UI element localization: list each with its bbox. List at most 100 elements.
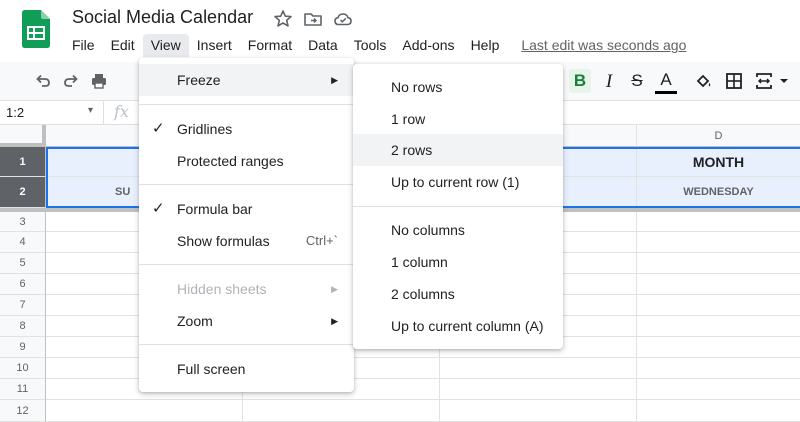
grid-cell[interactable]	[637, 253, 800, 274]
redo-icon[interactable]	[62, 72, 80, 90]
keyboard-shortcut: Ctrl+`	[305, 233, 338, 248]
menu-add-ons[interactable]: Add-ons	[394, 34, 462, 57]
menu-item-formula-bar[interactable]: ✓ Formula bar	[139, 193, 354, 225]
menu-divider	[353, 206, 563, 207]
submenu-arrow-icon: ▶	[331, 316, 338, 326]
menu-item-label: Zoom	[177, 313, 213, 329]
row-header-3[interactable]: 3	[0, 212, 46, 232]
menu-data[interactable]: Data	[300, 34, 346, 57]
cloud-saved-icon[interactable]	[333, 9, 353, 29]
submenu-arrow-icon: ▶	[331, 284, 338, 294]
chevron-down-icon[interactable]: ▾	[88, 105, 93, 116]
print-icon[interactable]	[90, 72, 108, 90]
move-to-folder-icon[interactable]	[303, 9, 323, 29]
cell-d2[interactable]: WEDNESDAY	[637, 177, 800, 208]
grid-cell[interactable]	[243, 400, 440, 422]
row-header-9[interactable]: 9	[0, 337, 46, 358]
name-box[interactable]: 1:2 ▾	[0, 101, 104, 125]
grid-cell[interactable]	[637, 358, 800, 379]
row-header-11[interactable]: 11	[0, 379, 46, 400]
grid-cell[interactable]	[46, 400, 243, 422]
grid-cell[interactable]	[637, 337, 800, 358]
star-icon[interactable]	[273, 9, 293, 29]
menu-item-zoom[interactable]: Zoom ▶	[139, 305, 354, 337]
chevron-down-icon[interactable]	[778, 72, 790, 90]
menu-item-label: Formula bar	[177, 201, 253, 217]
menu-item-label: Protected ranges	[177, 153, 284, 169]
freeze-1-column[interactable]: 1 column	[353, 246, 563, 278]
grid-cell[interactable]	[637, 400, 800, 422]
row-header-4[interactable]: 4	[0, 232, 46, 253]
freeze-no-rows[interactable]: No rows	[353, 71, 563, 103]
menu-format[interactable]: Format	[240, 34, 300, 57]
cell-d1[interactable]: MONTH	[637, 147, 800, 177]
app-header: Social Media Calendar File Edit View Ins…	[0, 0, 800, 62]
menu-item-label: 1 row	[391, 111, 426, 127]
menu-divider	[139, 344, 354, 345]
grid-cell[interactable]	[440, 400, 637, 422]
merge-cells-icon[interactable]	[755, 72, 773, 90]
menu-divider	[139, 104, 354, 105]
menu-view[interactable]: View	[142, 33, 189, 57]
italic-button[interactable]: I	[598, 71, 620, 93]
view-menu: Freeze ▶ ✓ Gridlines Protected ranges ✓ …	[139, 58, 354, 392]
menu-item-freeze[interactable]: Freeze ▶	[139, 64, 354, 96]
freeze-1-row[interactable]: 1 row	[353, 103, 563, 135]
grid-cell[interactable]	[637, 316, 800, 337]
submenu-arrow-icon: ▶	[331, 75, 338, 85]
menu-item-label: Full screen	[177, 361, 246, 377]
menu-item-label: Up to current column (A)	[391, 318, 544, 334]
sheets-logo-icon[interactable]	[22, 10, 50, 48]
row-header-12[interactable]: 12	[0, 400, 46, 422]
menu-item-hidden-sheets: Hidden sheets ▶	[139, 273, 354, 305]
row-header-10[interactable]: 10	[0, 358, 46, 379]
strikethrough-button[interactable]: S	[626, 71, 648, 91]
menu-item-label: 1 column	[391, 254, 448, 270]
menu-divider	[139, 184, 354, 185]
grid-cell[interactable]	[637, 379, 800, 400]
grid-cell[interactable]	[637, 232, 800, 253]
freeze-2-columns[interactable]: 2 columns	[353, 278, 563, 310]
document-title[interactable]: Social Media Calendar	[72, 7, 253, 28]
menu-item-label: Hidden sheets	[177, 281, 267, 297]
text-color-button[interactable]: A	[655, 71, 677, 94]
menu-edit[interactable]: Edit	[103, 34, 143, 57]
menu-tools[interactable]: Tools	[346, 34, 395, 57]
undo-icon[interactable]	[34, 72, 52, 90]
bold-button[interactable]: B	[569, 69, 591, 93]
menu-divider	[139, 264, 354, 265]
menu-item-label: Show formulas	[177, 233, 270, 249]
grid-cell[interactable]	[440, 379, 637, 400]
row-header-6[interactable]: 6	[0, 274, 46, 295]
freeze-2-rows[interactable]: 2 rows	[353, 134, 563, 166]
grid-cell[interactable]	[637, 274, 800, 295]
borders-icon[interactable]	[725, 72, 743, 90]
grid-cell[interactable]	[637, 295, 800, 316]
last-edit-link[interactable]: Last edit was seconds ago	[521, 37, 686, 53]
menu-item-show-formulas[interactable]: Show formulas Ctrl+`	[139, 225, 354, 257]
menu-item-protected-ranges[interactable]: Protected ranges	[139, 145, 354, 177]
menu-item-label: 2 rows	[391, 142, 433, 158]
menu-file[interactable]: File	[64, 34, 103, 57]
row-header-7[interactable]: 7	[0, 295, 46, 316]
menu-help[interactable]: Help	[463, 34, 508, 57]
freeze-no-columns[interactable]: No columns	[353, 214, 563, 246]
row-header-5[interactable]: 5	[0, 253, 46, 274]
freeze-submenu: No rows 1 row 2 rows Up to current row (…	[353, 64, 563, 349]
fx-icon: fx	[114, 102, 129, 121]
row-header-2[interactable]: 2	[0, 177, 46, 208]
select-all-corner[interactable]	[0, 125, 46, 147]
row-header-8[interactable]: 8	[0, 316, 46, 337]
grid-cell[interactable]	[440, 358, 637, 379]
grid-cell[interactable]	[637, 212, 800, 232]
menu-item-full-screen[interactable]: Full screen	[139, 353, 354, 385]
freeze-up-to-current-row[interactable]: Up to current row (1)	[353, 166, 563, 198]
column-header-d[interactable]: D	[637, 125, 800, 147]
menu-item-gridlines[interactable]: ✓ Gridlines	[139, 113, 354, 145]
freeze-up-to-current-column[interactable]: Up to current column (A)	[353, 310, 563, 342]
menu-insert[interactable]: Insert	[189, 34, 240, 57]
fill-color-icon[interactable]	[695, 72, 713, 90]
row-header-1[interactable]: 1	[0, 147, 46, 177]
name-box-value: 1:2	[6, 105, 25, 120]
menu-item-label: Gridlines	[177, 121, 233, 137]
